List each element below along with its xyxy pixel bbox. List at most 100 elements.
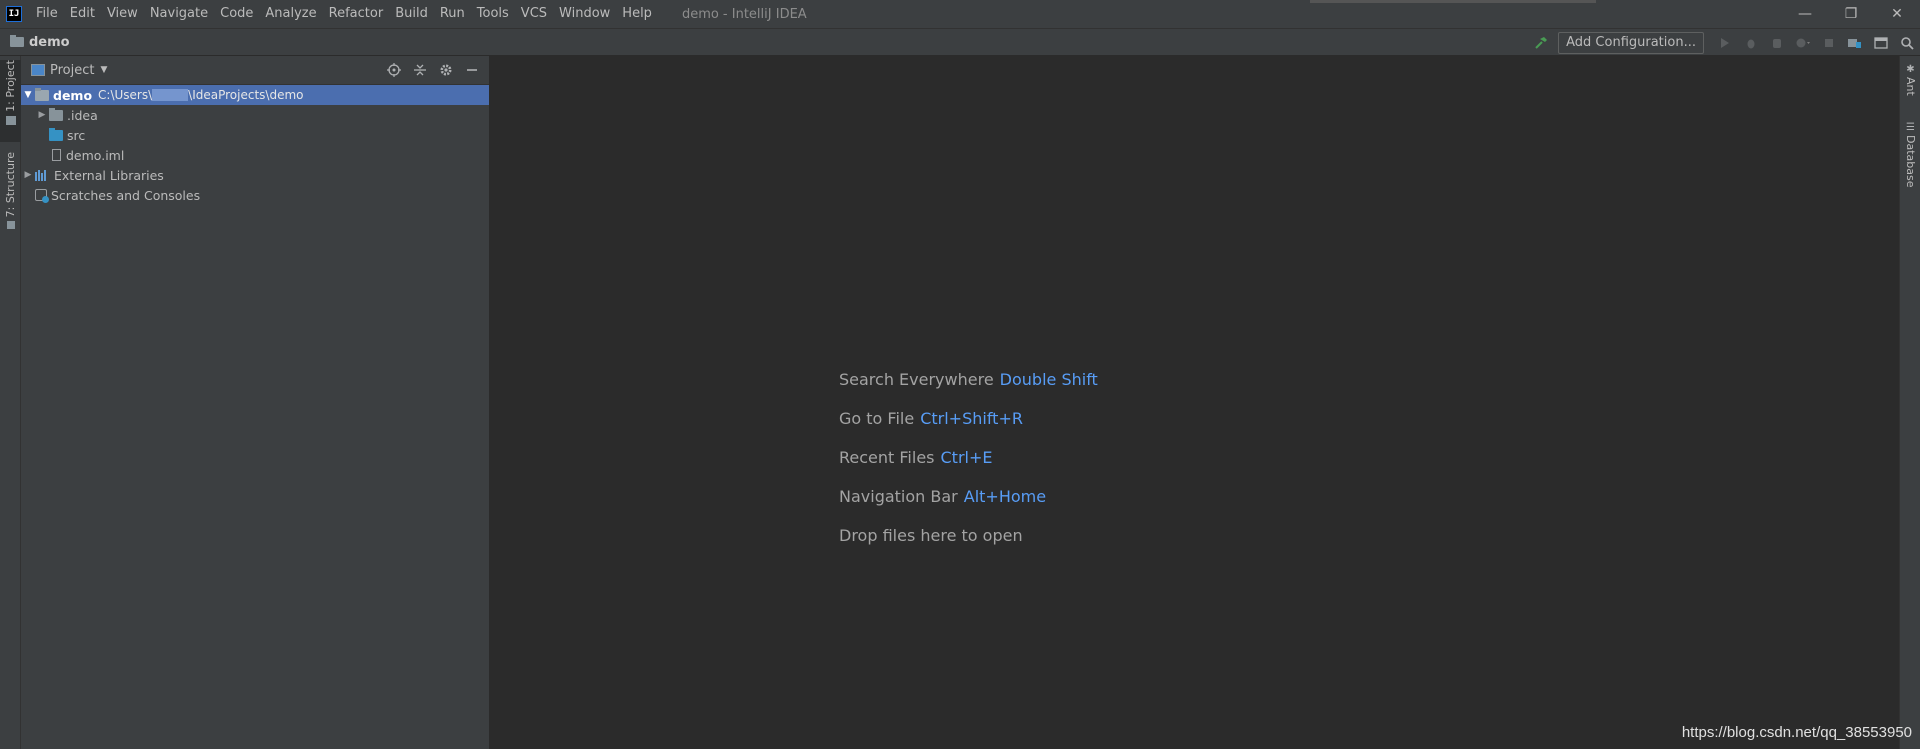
breadcrumb[interactable]: demo	[10, 35, 70, 50]
menu-view[interactable]: View	[101, 0, 144, 28]
expand-arrow-icon[interactable]: ▶	[21, 170, 35, 180]
structure-icon	[6, 221, 15, 230]
libraries-icon	[35, 169, 49, 181]
watermark: https://blog.csdn.net/qq_38553950	[1681, 724, 1912, 741]
navigation-bar: demo Add Configuration...	[0, 28, 1920, 56]
tab-structure[interactable]: 7: Structure	[0, 152, 21, 242]
menu-code[interactable]: Code	[214, 0, 259, 28]
hint-shortcut: Double Shift	[999, 370, 1098, 389]
menu-window[interactable]: Window	[553, 0, 616, 28]
tree-item-label: demo	[53, 87, 93, 103]
hint-recent-files: Recent Files Ctrl+E	[839, 448, 1098, 487]
menu-navigate[interactable]: Navigate	[144, 0, 214, 28]
tree-item-idea[interactable]: ▶ .idea	[21, 105, 489, 125]
menu-refactor[interactable]: Refactor	[323, 0, 390, 28]
editor-empty-hints: Search Everywhere Double Shift Go to File…	[839, 370, 1098, 565]
hint-search-everywhere: Search Everywhere Double Shift	[839, 370, 1098, 409]
hint-navigation-bar: Navigation Bar Alt+Home	[839, 487, 1098, 526]
hint-go-to-file: Go to File Ctrl+Shift+R	[839, 409, 1098, 448]
tree-item-demo[interactable]: ▼ demo C:\Users\ \IdeaProjects\demo	[21, 85, 489, 105]
search-icon[interactable]	[1894, 30, 1920, 56]
tree-item-path-prefix: C:\Users\	[98, 88, 153, 102]
tab-project-label: 1: Project	[4, 60, 17, 112]
hide-panel-icon[interactable]	[459, 57, 485, 83]
hint-label: Navigation Bar	[839, 487, 958, 506]
project-panel: Project ▼ ▼ demo C:\Users\ \IdeaProjects…	[21, 56, 490, 749]
tree-item-path-suffix: \IdeaProjects\demo	[188, 88, 304, 102]
hint-shortcut: Ctrl+E	[940, 448, 993, 467]
project-panel-header: Project ▼	[21, 56, 489, 85]
window-controls: — ❐ ✕	[1782, 0, 1920, 28]
tree-item-label: src	[67, 127, 86, 143]
tab-ant[interactable]: ✱ Ant	[1900, 64, 1920, 104]
minimize-button[interactable]: —	[1782, 0, 1828, 28]
menu-run[interactable]: Run	[434, 0, 471, 28]
title-bar: IJ File Edit View Navigate Code Analyze …	[0, 0, 1920, 28]
scratches-icon	[35, 189, 49, 203]
project-view-icon	[31, 64, 45, 76]
tree-item-src[interactable]: src	[21, 125, 489, 145]
iml-file-icon	[52, 149, 61, 161]
hint-shortcut: Ctrl+Shift+R	[920, 409, 1023, 428]
hint-label: Search Everywhere	[839, 370, 994, 389]
breadcrumb-project[interactable]: demo	[29, 35, 70, 50]
tab-database-label: Database	[1904, 135, 1917, 188]
expand-arrow-icon[interactable]: ▶	[35, 110, 49, 120]
database-icon: ☰	[1906, 122, 1915, 133]
tab-structure-label: 7: Structure	[4, 152, 17, 218]
menu-file[interactable]: File	[30, 0, 64, 28]
stop-icon[interactable]	[1816, 30, 1842, 56]
build-hammer-icon[interactable]	[1528, 30, 1554, 56]
add-configuration-button[interactable]: Add Configuration...	[1558, 32, 1704, 54]
title-shadow-decoration	[1310, 0, 1596, 3]
tree-item-scratches[interactable]: Scratches and Consoles	[21, 185, 489, 205]
folder-icon	[49, 107, 63, 121]
tree-item-label: demo.iml	[66, 147, 125, 163]
project-panel-title[interactable]: Project	[50, 63, 94, 78]
hint-label: Drop files here to open	[839, 526, 1023, 545]
main-toolbar: Add Configuration...	[1528, 29, 1920, 57]
hint-label: Recent Files	[839, 448, 935, 467]
coverage-icon[interactable]	[1764, 30, 1790, 56]
hint-shortcut: Alt+Home	[963, 487, 1047, 506]
tree-item-demo-iml[interactable]: demo.iml	[21, 145, 489, 165]
folder-icon	[10, 35, 24, 47]
menu-build[interactable]: Build	[389, 0, 434, 28]
menu-edit[interactable]: Edit	[64, 0, 101, 28]
tab-database[interactable]: ☰ Database	[1900, 122, 1920, 200]
collapse-all-icon[interactable]	[407, 57, 433, 83]
ant-icon: ✱	[1906, 64, 1915, 75]
close-button[interactable]: ✕	[1874, 0, 1920, 28]
menu-help[interactable]: Help	[616, 0, 658, 28]
expand-arrow-icon[interactable]: ▼	[21, 90, 35, 100]
gear-icon[interactable]	[433, 57, 459, 83]
redacted-username	[152, 89, 189, 101]
hint-label: Go to File	[839, 409, 915, 428]
folder-icon	[5, 115, 16, 125]
tree-item-external-libraries[interactable]: ▶ External Libraries	[21, 165, 489, 185]
debug-icon[interactable]	[1738, 30, 1764, 56]
menu-tools[interactable]: Tools	[471, 0, 515, 28]
tab-project[interactable]: 1: Project	[0, 60, 21, 142]
locate-icon[interactable]	[381, 57, 407, 83]
tree-item-label: .idea	[67, 107, 98, 123]
project-panel-actions	[381, 56, 485, 84]
module-folder-icon	[35, 87, 49, 101]
hint-drop-files: Drop files here to open	[839, 526, 1098, 565]
intellij-logo-icon: IJ	[6, 6, 22, 22]
left-tool-strip: 1: Project 7: Structure	[0, 56, 21, 749]
menu-analyze[interactable]: Analyze	[259, 0, 322, 28]
restore-button[interactable]: ❐	[1828, 0, 1874, 28]
run-icon[interactable]	[1712, 30, 1738, 56]
layout-icon[interactable]	[1868, 30, 1894, 56]
project-structure-icon[interactable]	[1842, 30, 1868, 56]
editor-area[interactable]: Search Everywhere Double Shift Go to File…	[491, 56, 1899, 749]
source-folder-icon	[49, 127, 63, 141]
tree-item-label: Scratches and Consoles	[51, 187, 201, 203]
chevron-down-icon[interactable]: ▼	[100, 65, 107, 75]
right-tool-strip: ✱ Ant ☰ Database	[1899, 56, 1920, 749]
profile-icon[interactable]	[1790, 30, 1816, 56]
tab-ant-label: Ant	[1904, 77, 1917, 96]
tree-item-label: External Libraries	[54, 167, 164, 183]
menu-vcs[interactable]: VCS	[515, 0, 553, 28]
